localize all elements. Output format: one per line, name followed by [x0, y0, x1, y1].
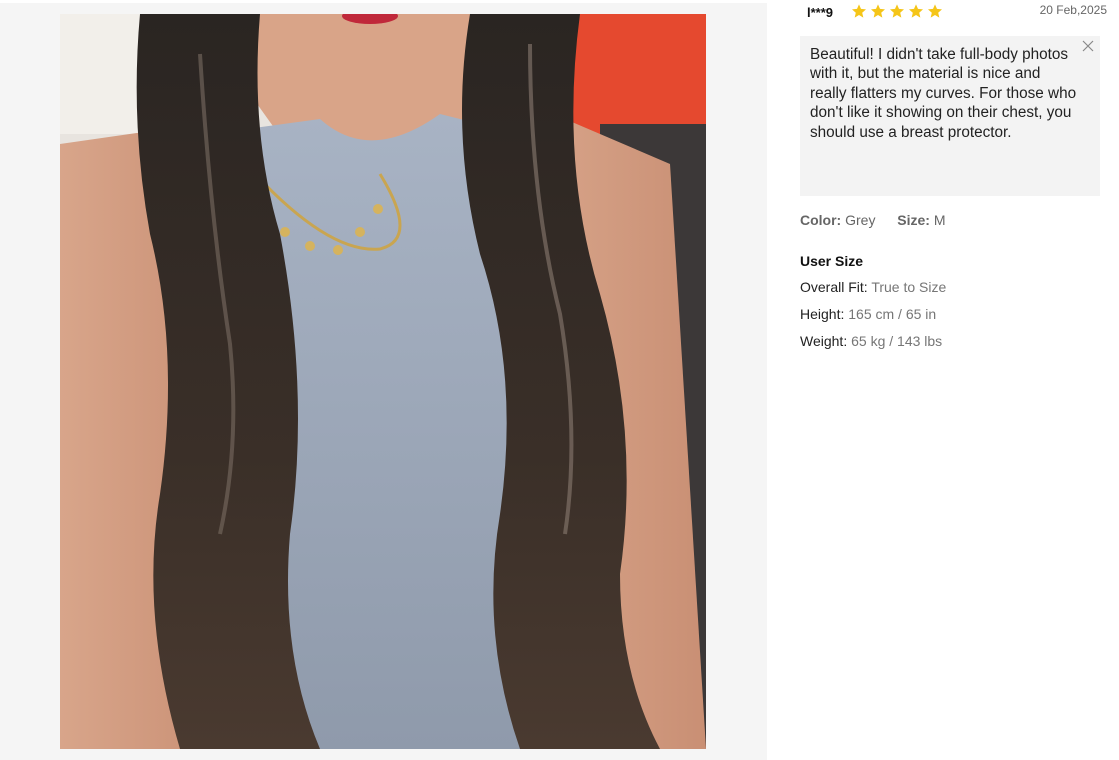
height-value: 165 cm / 65 in	[848, 306, 937, 322]
star-icon	[928, 4, 942, 18]
color-label: Color:	[800, 212, 842, 228]
height-row: Height: 165 cm / 65 in	[800, 306, 936, 322]
weight-value: 65 kg / 143 lbs	[851, 333, 943, 349]
star-icon	[852, 4, 866, 18]
photo-pane	[0, 3, 767, 760]
weight-label: Weight:	[800, 333, 848, 349]
review-date: 20 Feb,2025	[1039, 3, 1107, 17]
review-photo-image	[60, 14, 706, 749]
user-size-title: User Size	[800, 253, 864, 269]
overall-fit-label: Overall Fit:	[800, 279, 868, 295]
color-value: Grey	[845, 212, 876, 228]
size-label: Size:	[897, 212, 930, 228]
height-label: Height:	[800, 306, 845, 322]
review-panel: l***9 20 Feb,2025 Beautiful! I didn't ta…	[767, 0, 1119, 760]
weight-row: Weight: 65 kg / 143 lbs	[800, 333, 942, 349]
star-icon	[871, 4, 885, 18]
reviewer-username: l***9	[807, 5, 834, 20]
review-comment-box: Beautiful! I didn't take full-body photo…	[800, 36, 1100, 196]
overall-fit-row: Overall Fit: True to Size	[800, 279, 946, 295]
close-icon[interactable]	[1082, 40, 1094, 52]
rating-stars	[851, 3, 943, 19]
review-comment-text: Beautiful! I didn't take full-body photo…	[810, 46, 1077, 141]
overall-fit-value: True to Size	[871, 279, 947, 295]
product-variant: Color: Grey Size: M	[800, 212, 945, 228]
review-photo[interactable]	[60, 14, 706, 749]
star-icon	[890, 4, 904, 18]
star-icon	[909, 4, 923, 18]
size-value: M	[933, 212, 946, 228]
